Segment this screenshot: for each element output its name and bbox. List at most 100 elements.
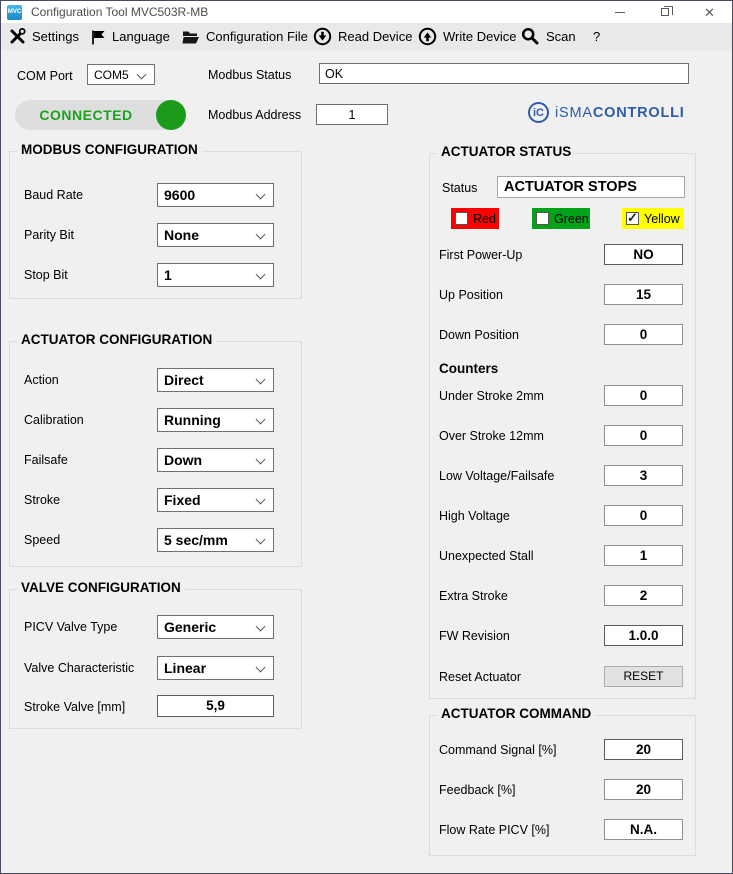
actuator-configuration-title: ACTUATOR CONFIGURATION xyxy=(17,332,216,347)
restore-button[interactable] xyxy=(642,1,687,23)
title-bar: MVC Configuration Tool MVC503R-MB ✕ xyxy=(1,1,732,23)
valve-characteristic-label: Valve Characteristic xyxy=(24,661,134,675)
com-port-label: COM Port xyxy=(17,69,73,83)
isma-logo-icon: iC xyxy=(528,102,549,123)
parity-bit-select[interactable]: None xyxy=(157,223,274,247)
chevron-down-icon xyxy=(256,495,266,505)
down-position-value: 0 xyxy=(604,324,683,345)
configuration-tool-window: { "window": { "title": "Configuration To… xyxy=(0,0,733,874)
window-controls: ✕ xyxy=(597,1,732,23)
stroke-valve-input[interactable]: 5,9 xyxy=(157,695,274,717)
picv-valve-type-label: PICV Valve Type xyxy=(24,620,117,634)
wrench-screwdriver-icon xyxy=(9,28,26,45)
reset-actuator-label: Reset Actuator xyxy=(439,670,521,684)
chevron-down-icon xyxy=(256,230,266,240)
red-led-checkbox[interactable]: Red xyxy=(451,208,499,229)
feedback-value: 20 xyxy=(604,779,683,800)
feedback-label: Feedback [%] xyxy=(439,783,515,797)
green-led-checkbox[interactable]: Green xyxy=(532,208,590,229)
com-port-value: COM5 xyxy=(94,68,129,82)
up-position-label: Up Position xyxy=(439,288,503,302)
fw-revision-value: 1.0.0 xyxy=(604,625,683,646)
scan-button[interactable]: Scan xyxy=(521,23,576,50)
minimize-button[interactable] xyxy=(597,1,642,23)
language-menu-button[interactable]: Language xyxy=(90,23,170,50)
flow-rate-picv-value: N.A. xyxy=(604,819,683,840)
under-stroke-2mm-value: 0 xyxy=(604,385,683,406)
chevron-down-icon xyxy=(256,535,266,545)
help-button[interactable]: ? xyxy=(593,23,600,50)
minimize-icon xyxy=(615,12,625,13)
action-select[interactable]: Direct xyxy=(157,368,274,392)
modbus-status-label: Modbus Status xyxy=(208,68,291,82)
valve-configuration-group: VALVE CONFIGURATION PICV Valve Type Gene… xyxy=(9,589,302,729)
high-voltage-label: High Voltage xyxy=(439,509,510,523)
chevron-down-icon xyxy=(256,663,266,673)
modbus-status-field[interactable]: OK xyxy=(319,63,689,84)
chevron-down-icon xyxy=(256,415,266,425)
write-device-button[interactable]: Write Device xyxy=(418,23,516,50)
brand-name: iSMACONTROLLI xyxy=(555,105,685,121)
configuration-file-menu-button[interactable]: Configuration File xyxy=(182,23,308,50)
connected-label: CONNECTED xyxy=(15,100,157,130)
chevron-down-icon xyxy=(256,622,266,632)
close-button[interactable]: ✕ xyxy=(687,1,732,23)
language-label: Language xyxy=(112,29,170,44)
stop-bit-select[interactable]: 1 xyxy=(157,263,274,287)
read-device-button[interactable]: Read Device xyxy=(313,23,412,50)
com-port-select[interactable]: COM5 xyxy=(87,64,155,85)
high-voltage-value: 0 xyxy=(604,505,683,526)
speed-label: Speed xyxy=(24,533,60,547)
stroke-valve-label: Stroke Valve [mm] xyxy=(24,700,125,714)
app-icon: MVC xyxy=(7,5,22,20)
read-device-label: Read Device xyxy=(338,29,412,44)
flag-icon xyxy=(90,29,106,45)
circle-down-arrow-icon xyxy=(313,27,332,46)
picv-valve-type-select[interactable]: Generic xyxy=(157,615,274,639)
chevron-down-icon xyxy=(256,375,266,385)
over-stroke-12mm-label: Over Stroke 12mm xyxy=(439,429,544,443)
baud-rate-select[interactable]: 9600 xyxy=(157,183,274,207)
action-label: Action xyxy=(24,373,59,387)
settings-label: Settings xyxy=(32,29,79,44)
toolbar: Settings Language Configuration File Rea… xyxy=(1,23,732,50)
chevron-down-icon xyxy=(256,270,266,280)
stroke-select[interactable]: Fixed xyxy=(157,488,274,512)
speed-select[interactable]: 5 sec/mm xyxy=(157,528,274,552)
chevron-down-icon xyxy=(137,70,147,80)
valve-configuration-title: VALVE CONFIGURATION xyxy=(17,580,185,595)
counters-heading: Counters xyxy=(439,361,498,376)
command-signal-input[interactable]: 20 xyxy=(604,739,683,760)
over-stroke-12mm-value: 0 xyxy=(604,425,683,446)
fw-revision-label: FW Revision xyxy=(439,629,510,643)
extra-stroke-value: 2 xyxy=(604,585,683,606)
modbus-address-input[interactable]: 1 xyxy=(316,104,388,125)
settings-menu-button[interactable]: Settings xyxy=(9,23,79,50)
calibration-select[interactable]: Running xyxy=(157,408,274,432)
calibration-label: Calibration xyxy=(24,413,84,427)
actuator-command-group: ACTUATOR COMMAND Command Signal [%] 20 F… xyxy=(429,715,696,856)
checkbox-icon xyxy=(626,212,639,225)
yellow-led-checkbox[interactable]: Yellow xyxy=(622,208,684,229)
window-title: Configuration Tool MVC503R-MB xyxy=(31,5,208,19)
checkbox-icon xyxy=(536,212,549,225)
actuator-status-group: ACTUATOR STATUS Status ACTUATOR STOPS Re… xyxy=(429,153,696,699)
failsafe-select[interactable]: Down xyxy=(157,448,274,472)
under-stroke-2mm-label: Under Stroke 2mm xyxy=(439,389,544,403)
command-signal-label: Command Signal [%] xyxy=(439,743,556,757)
modbus-configuration-group: MODBUS CONFIGURATION Baud Rate 9600 Pari… xyxy=(9,151,302,299)
low-voltage-failsafe-value: 3 xyxy=(604,465,683,486)
up-position-value: 15 xyxy=(604,284,683,305)
reset-button[interactable]: RESET xyxy=(604,666,683,687)
connected-indicator[interactable]: CONNECTED xyxy=(15,100,183,130)
flow-rate-picv-label: Flow Rate PICV [%] xyxy=(439,823,549,837)
actuator-status-title: ACTUATOR STATUS xyxy=(437,144,575,159)
connection-status-dot xyxy=(156,100,186,130)
modbus-configuration-title: MODBUS CONFIGURATION xyxy=(17,142,202,157)
extra-stroke-label: Extra Stroke xyxy=(439,589,508,603)
valve-characteristic-select[interactable]: Linear xyxy=(157,656,274,680)
unexpected-stall-value: 1 xyxy=(604,545,683,566)
actuator-configuration-group: ACTUATOR CONFIGURATION Action Direct Cal… xyxy=(9,341,302,567)
circle-up-arrow-icon xyxy=(418,27,437,46)
magnifier-icon xyxy=(521,27,540,46)
